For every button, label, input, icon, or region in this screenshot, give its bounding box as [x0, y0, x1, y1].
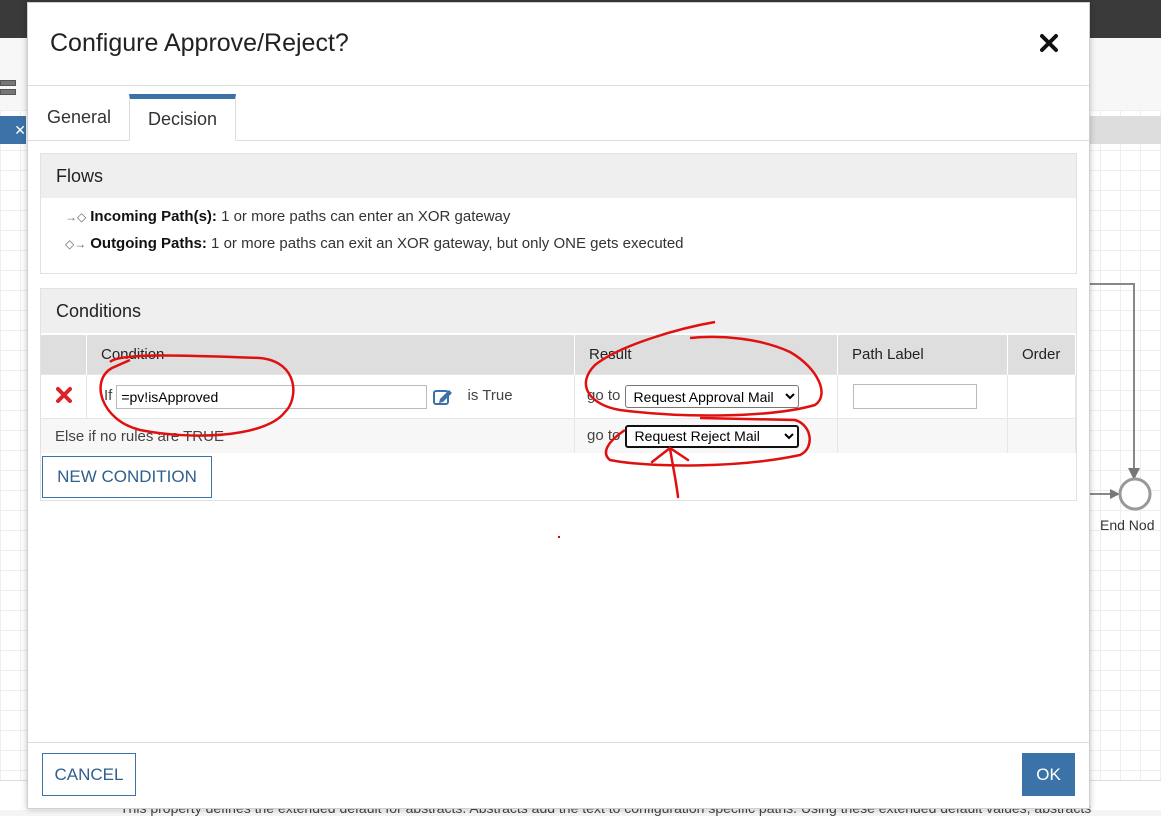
else-order-cell	[1007, 418, 1076, 453]
edit-expression-icon[interactable]	[433, 388, 453, 406]
path-label-input[interactable]	[853, 384, 977, 409]
header-condition: Condition	[86, 335, 575, 375]
dialog-header: Configure Approve/Reject?	[28, 3, 1089, 86]
end-node-label: End Nod	[1100, 517, 1155, 533]
header-result: Result	[574, 335, 838, 375]
outgoing-arrow-icon: ◇→	[65, 237, 87, 251]
dialog-tabs: General Decision	[28, 86, 1089, 141]
else-text-cell: Else if no rules are TRUE	[41, 418, 575, 453]
tab-general[interactable]: General	[29, 94, 129, 140]
incoming-paths-line: →◇ Incoming Path(s): 1 or more paths can …	[65, 208, 510, 225]
flows-panel: Flows →◇ Incoming Path(s): 1 or more path…	[40, 153, 1077, 274]
incoming-text: 1 or more paths can enter an XOR gateway	[216, 208, 511, 225]
conditions-panel: Conditions Condition Result Path Label O…	[40, 288, 1077, 501]
table-row: If is True go to Request Approval Mail	[41, 374, 1076, 419]
header-blank	[41, 335, 87, 375]
incoming-label: Incoming Path(s):	[90, 208, 217, 225]
result-approval-select[interactable]: Request Approval Mail	[624, 385, 799, 408]
else-goto-label: go to	[587, 426, 621, 444]
outgoing-text: 1 or more paths can exit an XOR gateway,…	[206, 235, 684, 252]
else-text: Else if no rules are TRUE	[55, 427, 224, 445]
canvas-header-strip	[1090, 116, 1161, 144]
result-cell: go to Request Approval Mail	[574, 374, 838, 419]
conditions-table: Condition Result Path Label Order If is …	[41, 335, 1076, 453]
condition-cell: If is True	[86, 374, 575, 419]
else-path-cell	[837, 418, 1008, 453]
delete-cell	[41, 374, 87, 419]
end-node-icon	[1118, 477, 1152, 511]
conditions-header-row: Condition Result Path Label Order	[41, 335, 1076, 375]
new-condition-button[interactable]: NEW CONDITION	[42, 456, 212, 498]
dialog-title: Configure Approve/Reject?	[50, 29, 349, 57]
result-reject-select[interactable]: Request Reject Mail	[624, 424, 799, 448]
ok-button[interactable]: OK	[1022, 753, 1075, 796]
flow-connector	[1090, 283, 1152, 511]
else-result-cell: go to Request Reject Mail	[574, 418, 838, 453]
configure-dialog: Configure Approve/Reject? General Decisi…	[27, 2, 1090, 809]
incoming-arrow-icon: →◇	[65, 210, 87, 224]
outgoing-paths-line: ◇→ Outgoing Paths: 1 or more paths can ex…	[65, 235, 684, 252]
delete-icon[interactable]	[55, 386, 73, 404]
if-label: If	[104, 387, 113, 405]
conditions-heading: Conditions	[41, 289, 1076, 333]
dialog-footer: CANCEL OK	[28, 742, 1089, 811]
else-row: Else if no rules are TRUE go to Request …	[41, 418, 1076, 453]
path-label-cell	[837, 374, 1008, 419]
condition-expression-input[interactable]	[116, 384, 428, 409]
order-cell	[1007, 374, 1076, 419]
tab-decision[interactable]: Decision	[129, 94, 236, 141]
is-true-label: is True	[467, 387, 513, 405]
flows-heading: Flows	[41, 154, 1076, 198]
menu-icon[interactable]	[0, 80, 16, 98]
goto-label: go to	[587, 387, 621, 405]
outgoing-label: Outgoing Paths:	[90, 235, 207, 252]
close-icon[interactable]	[1037, 31, 1061, 55]
cancel-button[interactable]: CANCEL	[42, 753, 136, 796]
header-order: Order	[1007, 335, 1076, 375]
annotation-dot	[558, 536, 560, 538]
header-path-label: Path Label	[837, 335, 1008, 375]
close-panel-icon[interactable]: ✕	[0, 116, 26, 144]
